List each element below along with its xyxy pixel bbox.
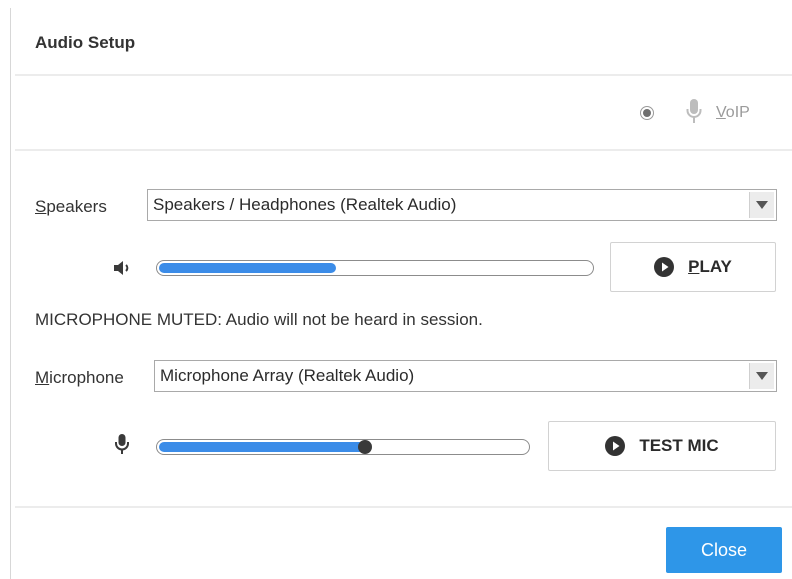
speakers-select[interactable]: Speakers / Headphones (Realtek Audio) <box>147 189 777 221</box>
close-button[interactable]: Close <box>666 527 782 573</box>
microphone-select-value: Microphone Array (Realtek Audio) <box>160 366 415 385</box>
microphone-level-fill <box>159 442 365 452</box>
test-mic-button-label: TEST MIC <box>639 436 719 455</box>
speakers-label: Speakers <box>35 197 107 216</box>
microphone-status-message: MICROPHONE MUTED: Audio will not be hear… <box>35 310 483 329</box>
speaker-volume-slider[interactable] <box>156 260 594 276</box>
speaker-icon <box>112 259 136 277</box>
play-button[interactable]: PLAY <box>610 242 776 292</box>
divider <box>15 74 792 76</box>
microphone-label: Microphone <box>35 368 124 387</box>
play-icon <box>654 257 675 277</box>
slider-thumb[interactable] <box>358 440 372 454</box>
dialog-left-border <box>10 8 11 579</box>
dropdown-arrow-icon[interactable] <box>749 192 774 218</box>
divider <box>15 149 792 151</box>
voip-label[interactable]: VoIP <box>716 104 750 122</box>
audio-setup-dialog: Audio Setup VoIP Speakers Speakers / Hea… <box>0 0 792 579</box>
mic-icon <box>115 433 129 455</box>
microphone-level-slider[interactable] <box>156 439 530 455</box>
play-button-label: PLAY <box>688 257 732 276</box>
mic-icon <box>686 98 702 129</box>
voip-option[interactable]: VoIP <box>640 98 750 129</box>
test-mic-button[interactable]: TEST MIC <box>548 421 776 471</box>
divider <box>15 506 792 508</box>
speaker-volume-fill <box>159 263 336 273</box>
dialog-title: Audio Setup <box>35 33 136 52</box>
voip-radio[interactable] <box>640 106 654 120</box>
dropdown-arrow-icon[interactable] <box>749 363 774 389</box>
microphone-select[interactable]: Microphone Array (Realtek Audio) <box>154 360 777 392</box>
speakers-select-value: Speakers / Headphones (Realtek Audio) <box>153 195 457 214</box>
play-icon <box>605 436 626 456</box>
